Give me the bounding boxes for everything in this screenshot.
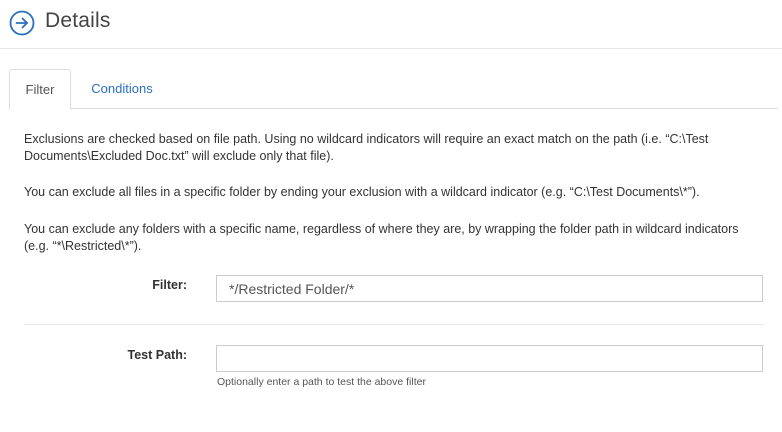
page-title: Details [45, 9, 111, 32]
test-path-input[interactable] [216, 345, 763, 372]
page-header: Details [0, 0, 782, 49]
filter-label: Filter: [152, 278, 187, 292]
exact-match-description: Exclusions are checked based on file pat… [24, 132, 709, 163]
tab-conditions[interactable]: Conditions [77, 69, 167, 109]
test-path-help-text: Optionally enter a path to test the abov… [217, 376, 426, 388]
tab-filter[interactable]: Filter [9, 69, 71, 110]
filter-input[interactable] [216, 275, 763, 302]
tab-bar: Filter Conditions [9, 69, 778, 110]
circle-arrow-right-icon [9, 10, 35, 36]
form-divider [24, 324, 764, 325]
test-path-label: Test Path: [127, 348, 188, 362]
folder-name-wildcard-description: You can exclude any folders with a speci… [24, 222, 739, 253]
folder-wildcard-description: You can exclude all files in a specific … [24, 185, 700, 199]
